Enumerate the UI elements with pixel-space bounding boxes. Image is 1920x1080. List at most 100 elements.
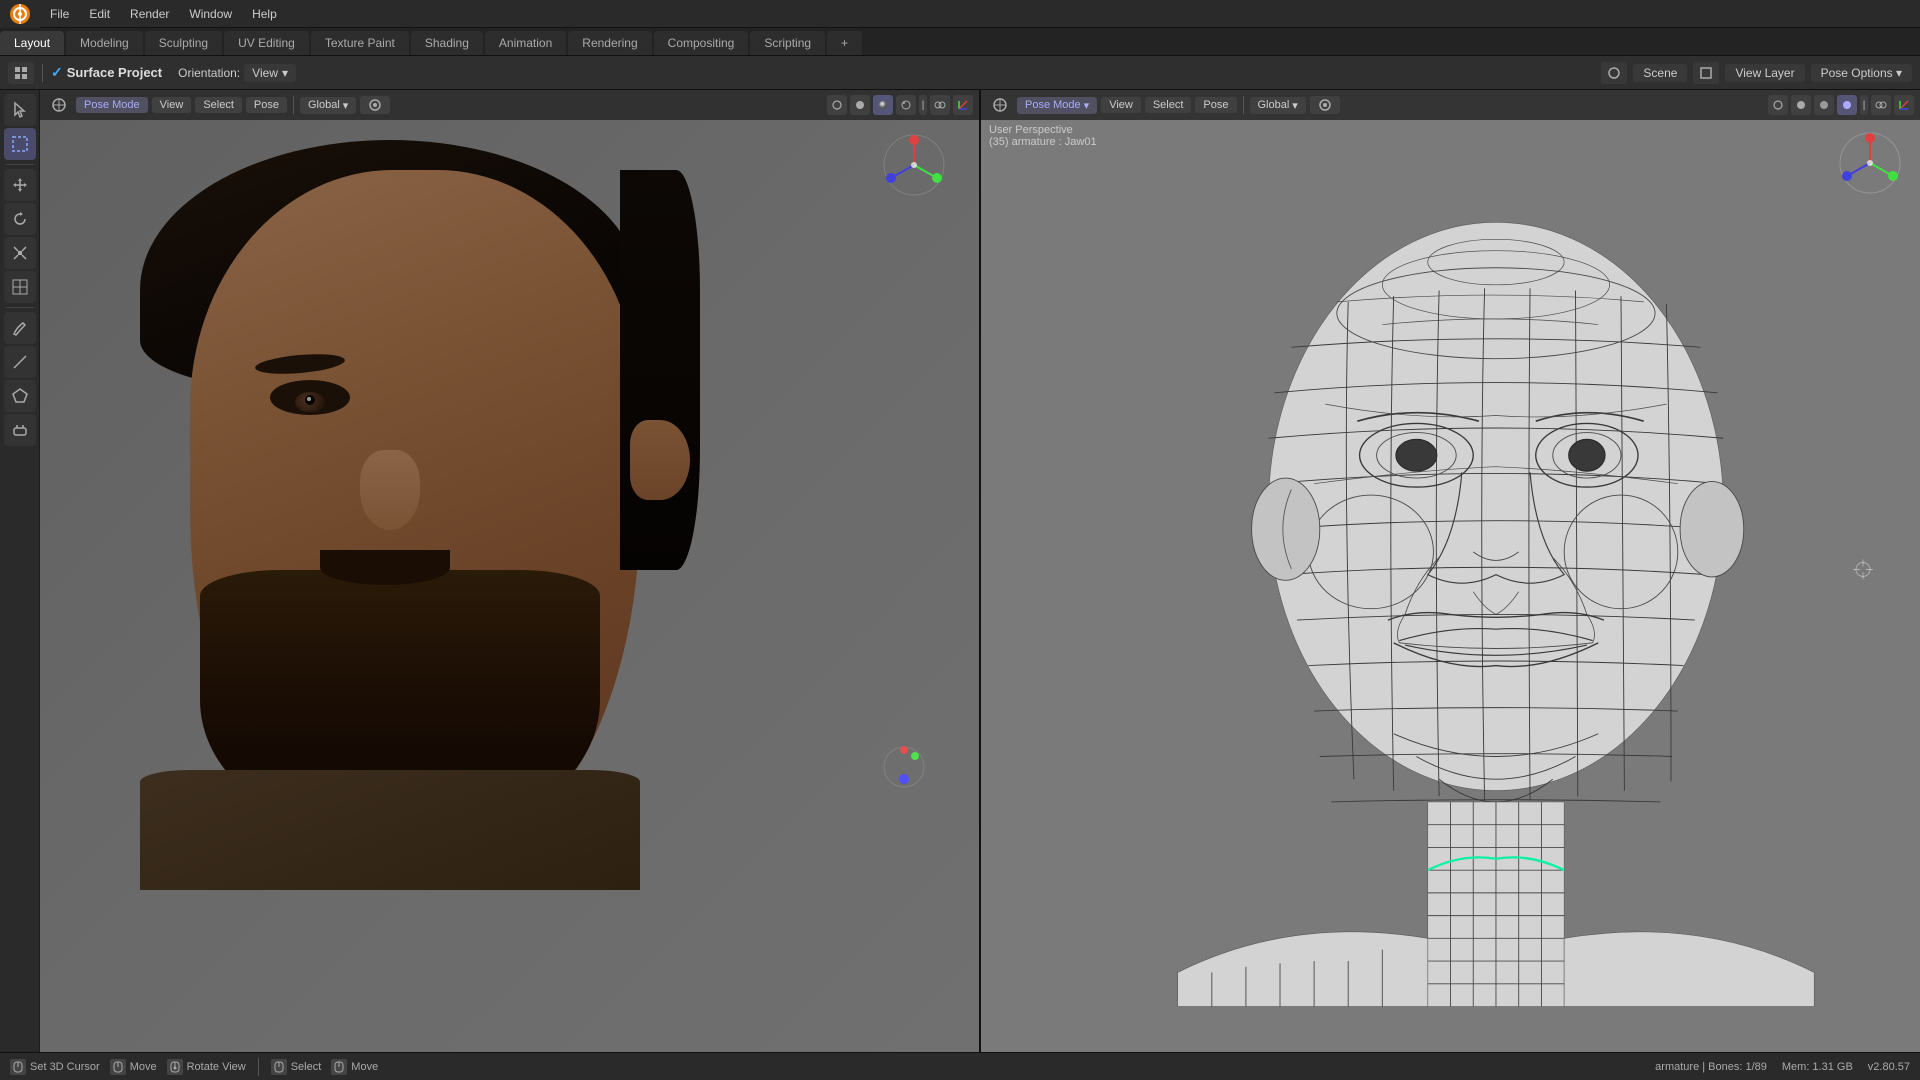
tab-rendering[interactable]: Rendering — [568, 31, 651, 55]
menu-edit[interactable]: Edit — [79, 0, 120, 27]
right-solid-icon[interactable] — [1791, 95, 1811, 115]
status-lmb2-icon — [271, 1059, 287, 1075]
right-overlay-icon[interactable] — [1871, 95, 1891, 115]
transform-gizmo — [879, 742, 929, 792]
set-3d-cursor-item: Set 3D Cursor — [10, 1059, 100, 1075]
left-gizmo-icon[interactable] — [953, 95, 973, 115]
tool-sep-1 — [6, 164, 34, 165]
right-global-btn[interactable]: Global ▾ — [1250, 97, 1306, 114]
left-material-icon[interactable] — [873, 95, 893, 115]
scene-collection-icon[interactable] — [1601, 62, 1627, 84]
left-select-btn[interactable]: Select — [195, 97, 242, 113]
rotate-view-label: Rotate View — [187, 1061, 246, 1073]
render-engine-icon[interactable] — [1693, 62, 1719, 84]
annotate-poly-tool-btn[interactable] — [4, 380, 36, 412]
status-sep1 — [258, 1058, 259, 1076]
annotate-line-tool-btn[interactable] — [4, 346, 36, 378]
top-menu-bar: File Edit Render Window Help — [0, 0, 1920, 28]
tool-sep-2 — [6, 307, 34, 308]
left-viewport-header: Pose Mode View Select Pose Global ▾ — [40, 90, 979, 120]
scene-btn[interactable]: Scene — [1633, 64, 1687, 82]
pose-options-btn[interactable]: Pose Options ▾ — [1811, 64, 1912, 82]
left-render-icon[interactable] — [896, 95, 916, 115]
tab-shading[interactable]: Shading — [411, 31, 483, 55]
left-view-btn[interactable]: View — [152, 97, 192, 113]
left-overlay-icon[interactable] — [930, 95, 950, 115]
transform-tool-btn[interactable] — [4, 271, 36, 303]
left-viewport[interactable]: Pose Mode View Select Pose Global ▾ — [40, 90, 981, 1052]
vp-sep1 — [293, 96, 294, 114]
rmb-icon — [110, 1059, 126, 1075]
tab-add[interactable]: + — [827, 31, 862, 55]
header-bar: ✓ Surface Project Orientation: View ▾ Sc… — [0, 56, 1920, 90]
tab-sculpting[interactable]: Sculpting — [145, 31, 222, 55]
right-select-btn[interactable]: Select — [1145, 97, 1192, 113]
scale-tool-btn[interactable] — [4, 237, 36, 269]
mem-info: Mem: 1.31 GB — [1782, 1061, 1853, 1073]
right-wireframe-icon[interactable] — [1768, 95, 1788, 115]
right-material-icon[interactable] — [1814, 95, 1834, 115]
right-pose-btn[interactable]: Pose — [1195, 97, 1236, 113]
annotate-erase-tool-btn[interactable] — [4, 414, 36, 446]
menu-render[interactable]: Render — [120, 0, 179, 27]
eye-highlight — [307, 397, 311, 401]
right-viewport-header: Pose Mode ▾ View Select Pose Global ▾ — [981, 90, 1920, 120]
tab-animation[interactable]: Animation — [485, 31, 566, 55]
right-pose-mode-btn[interactable]: Pose Mode ▾ — [1017, 97, 1097, 114]
rotate-tool-btn[interactable] — [4, 203, 36, 235]
right-snap-btn[interactable] — [1310, 96, 1340, 114]
move-label-2: Move — [351, 1061, 378, 1073]
main-area: Pose Mode View Select Pose Global ▾ — [0, 90, 1920, 1052]
left-snap-btn[interactable] — [360, 96, 390, 114]
right-view-btn[interactable]: View — [1101, 97, 1141, 113]
tab-scripting[interactable]: Scripting — [750, 31, 825, 55]
left-wireframe-icon[interactable] — [827, 95, 847, 115]
right-render-icon[interactable] — [1837, 95, 1857, 115]
left-vp-icon1[interactable] — [46, 94, 72, 116]
header-mode-icon[interactable] — [8, 62, 34, 84]
left-solid-icon[interactable] — [850, 95, 870, 115]
project-name: ✓ Surface Project — [51, 64, 162, 81]
menu-help[interactable]: Help — [242, 0, 287, 27]
cursor-tool-btn[interactable] — [4, 94, 36, 126]
mmb-icon — [167, 1059, 183, 1075]
left-char-render — [40, 90, 979, 1052]
right-vp-icon1[interactable] — [987, 94, 1013, 116]
right-vp-sep1 — [1243, 96, 1244, 114]
move-tool-btn[interactable] — [4, 169, 36, 201]
annotate-tool-btn[interactable] — [4, 312, 36, 344]
left-xray-icon[interactable]: | — [919, 95, 927, 115]
blender-logo[interactable] — [0, 0, 40, 28]
right-gizmo-icon[interactable] — [1894, 95, 1914, 115]
left-vp-right-icons: | — [827, 95, 973, 115]
lmb-icon — [10, 1059, 26, 1075]
tab-texture-paint[interactable]: Texture Paint — [311, 31, 409, 55]
move-label-1: Move — [130, 1061, 157, 1073]
menu-items: File Edit Render Window Help — [40, 0, 287, 27]
view-layer-btn[interactable]: View Layer — [1725, 64, 1804, 82]
right-xray-icon[interactable]: | — [1860, 95, 1868, 115]
shirt-area — [140, 770, 640, 890]
header-right: Scene View Layer Pose Options ▾ — [1601, 62, 1912, 84]
orientation-dropdown[interactable]: View ▾ — [244, 64, 296, 82]
status-right: armature | Bones: 1/89 Mem: 1.31 GB v2.8… — [1655, 1061, 1910, 1073]
select-tool-btn[interactable] — [4, 128, 36, 160]
version-info: v2.80.57 — [1868, 1061, 1910, 1073]
left-pose-btn[interactable]: Pose — [246, 97, 287, 113]
tab-uv-editing[interactable]: UV Editing — [224, 31, 309, 55]
tab-modeling[interactable]: Modeling — [66, 31, 143, 55]
left-pose-mode-btn[interactable]: Pose Mode — [76, 97, 148, 113]
left-global-btn[interactable]: Global ▾ — [300, 97, 356, 114]
status-rmb2-icon — [331, 1059, 347, 1075]
menu-window[interactable]: Window — [179, 0, 242, 27]
move-item-2: Move — [331, 1059, 378, 1075]
wireframe-svg — [981, 120, 1920, 1052]
viewport-container: Pose Mode View Select Pose Global ▾ — [40, 90, 1920, 1052]
select-item: Select — [271, 1059, 322, 1075]
tab-compositing[interactable]: Compositing — [654, 31, 749, 55]
crosshair-icon — [1853, 560, 1873, 583]
menu-file[interactable]: File — [40, 0, 79, 27]
right-viewport[interactable]: Pose Mode ▾ View Select Pose Global ▾ — [981, 90, 1920, 1052]
tab-layout[interactable]: Layout — [0, 31, 64, 55]
right-char-render — [981, 90, 1920, 1052]
